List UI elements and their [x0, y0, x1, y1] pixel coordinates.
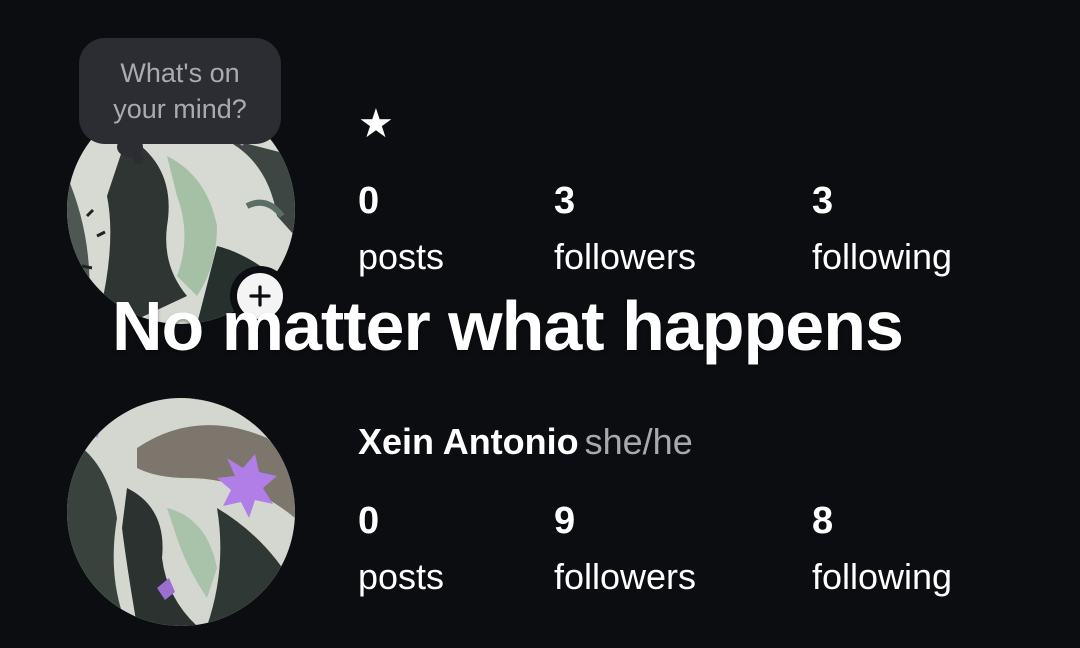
profile-name-top: ★ [358, 102, 394, 146]
posts-count: 0 [358, 180, 380, 222]
posts-count: 0 [358, 500, 380, 542]
stat-posts-top[interactable]: 0 posts [358, 178, 444, 280]
followers-count: 9 [554, 500, 576, 542]
profile-avatar-bottom[interactable] [67, 398, 295, 626]
overlay-caption: No matter what happens [112, 287, 904, 365]
following-label: following [812, 556, 953, 597]
display-name: Xein Antonio [358, 421, 579, 462]
pronouns: she/he [584, 421, 693, 462]
following-count: 3 [812, 180, 834, 222]
posts-label: posts [358, 556, 445, 597]
following-label: following [812, 236, 953, 277]
stat-following-bottom[interactable]: 8 following [812, 498, 952, 600]
posts-label: posts [358, 236, 445, 277]
stat-following-top[interactable]: 3 following [812, 178, 952, 280]
stat-followers-bottom[interactable]: 9 followers [554, 498, 696, 600]
followers-count: 3 [554, 180, 576, 222]
stat-followers-top[interactable]: 3 followers [554, 178, 696, 280]
following-count: 8 [812, 500, 834, 542]
followers-label: followers [554, 556, 697, 597]
avatar-artwork [67, 398, 295, 626]
profile-name-bottom: Xein Antonio she/he [358, 418, 693, 466]
followers-label: followers [554, 236, 697, 277]
note-bubble-tail-dot [133, 153, 144, 164]
stat-posts-bottom[interactable]: 0 posts [358, 498, 444, 600]
note-text: What's on your mind? [113, 58, 247, 124]
note-bubble[interactable]: What's on your mind? [79, 38, 281, 144]
